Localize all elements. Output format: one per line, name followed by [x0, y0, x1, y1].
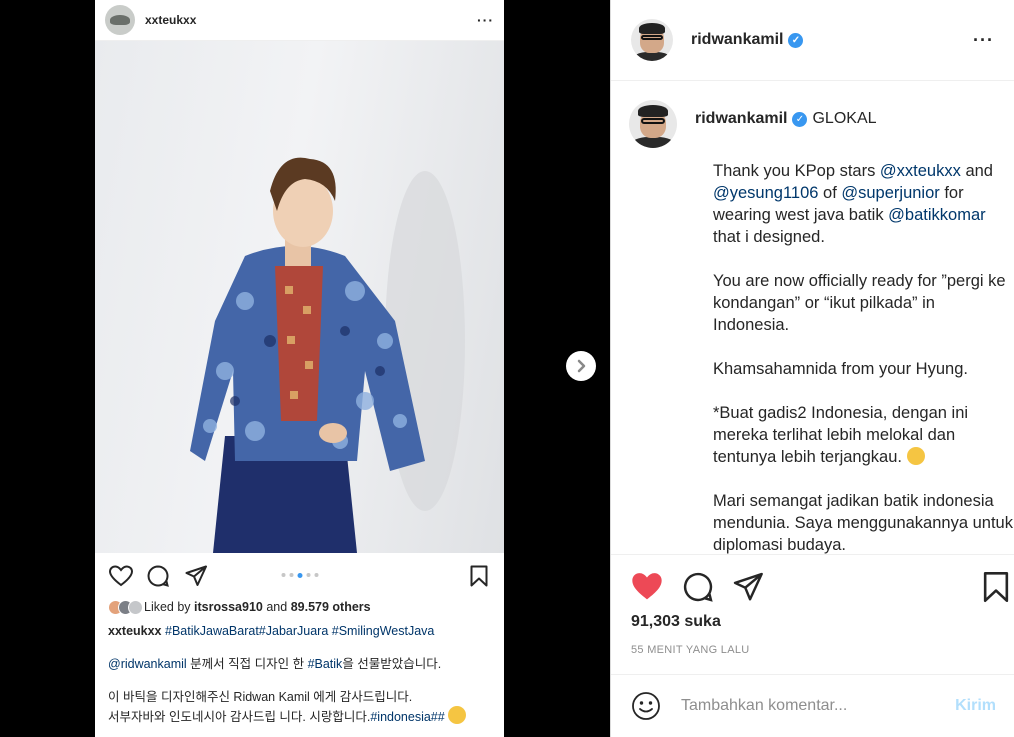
carousel-dot	[306, 573, 310, 577]
embedded-caption-line2: 이 바틱을 디자인해주신 Ridwan Kamil 에게 감사드립니다.	[108, 690, 413, 704]
embedded-header: xxteukxx ···	[95, 0, 504, 41]
verified-icon: ✓	[788, 32, 804, 48]
carousel-dot	[314, 573, 318, 577]
caption-paragraph-3: Khamsahamnida from your Hyung.	[713, 360, 968, 378]
person-illustration	[190, 157, 465, 553]
embedded-mention: @ridwankamil	[108, 657, 187, 671]
post-panel: ridwankamil ✓ ··· ridwankamil ✓ GLOKAL T…	[610, 0, 1014, 737]
liked-by-others: 89.579 others	[290, 600, 371, 614]
post-photo	[95, 41, 504, 553]
caption-paragraph-5: Mari semangat jadikan batik indonesia me…	[713, 492, 1013, 554]
mention-superjunior[interactable]: @superjunior	[841, 184, 939, 202]
liked-by-user: itsrossa910	[194, 600, 263, 614]
caption-avatar[interactable]	[629, 100, 677, 148]
like-count[interactable]: 91,303 suka	[631, 613, 721, 631]
embedded-caption-line1: @ridwankamil 분께서 직접 디자인 한 #Batik을 선물받았습니…	[108, 656, 491, 673]
smile-emoji-icon	[448, 706, 467, 724]
post-media[interactable]: xxteukxx ··· Liked by itsrossa910 and 89…	[95, 0, 504, 737]
caption-area: ridwankamil ✓ GLOKAL Thank you KPop star…	[611, 82, 1014, 554]
embedded-tag: #Batik	[307, 657, 343, 671]
embedded-avatar	[105, 5, 135, 35]
embedded-caption-tags-line: xxteukxx #BatikJawaBarat#JabarJuara #Smi…	[108, 623, 491, 640]
caption-username[interactable]: ridwankamil	[695, 110, 787, 128]
grin-emoji-icon	[906, 447, 925, 465]
embedded-caption-tags: #BatikJawaBarat#JabarJuara #SmilingWestJ…	[165, 624, 435, 638]
more-options-icon[interactable]: ···	[973, 30, 994, 51]
next-arrow-icon	[577, 359, 586, 373]
embedded-actions	[95, 553, 504, 599]
carousel-dot	[281, 573, 285, 577]
post-comment-button[interactable]: Kirim	[955, 697, 996, 715]
embedded-share-icon	[185, 565, 207, 586]
next-arrow-button[interactable]	[566, 351, 596, 381]
embedded-line1-a: 분께서 직접 디자인 한	[186, 657, 308, 671]
author-avatar[interactable]	[631, 19, 673, 61]
post-actions: 91,303 suka 55 MENIT YANG LALU	[611, 554, 1014, 674]
embedded-caption-user: xxteukxx	[108, 624, 162, 638]
embedded-comment-icon	[147, 565, 169, 587]
emoji-icon[interactable]	[631, 691, 661, 721]
embedded-username: xxteukxx	[145, 13, 197, 27]
heart-icon[interactable]	[631, 571, 663, 601]
share-icon[interactable]	[733, 572, 763, 602]
mention-xxteukxx[interactable]: @xxteukxx	[880, 162, 961, 180]
caption-paragraph-4: *Buat gadis2 Indonesia, dengan ini merek…	[713, 404, 969, 466]
caption-header: ridwankamil ✓ GLOKAL	[629, 100, 998, 148]
bookmark-icon[interactable]	[983, 571, 1009, 603]
mention-batikkomar[interactable]: @batikkomar	[888, 206, 985, 224]
post-header: ridwankamil ✓ ···	[611, 0, 1014, 81]
author-username-link[interactable]: ridwankamil ✓	[691, 31, 804, 49]
carousel-dot	[289, 573, 293, 577]
comment-icon[interactable]	[683, 572, 713, 602]
caption-paragraph-2: You are now officially ready for ”pergi …	[713, 272, 1006, 334]
liked-avatars	[108, 600, 143, 615]
liked-by-and: and	[266, 600, 288, 614]
embedded-heart-icon	[109, 565, 133, 587]
caption-body: Thank you KPop stars @xxteukxx and @yesu…	[713, 160, 1013, 554]
embedded-caption: Liked by itsrossa910 and 89.579 others x…	[95, 599, 504, 726]
carousel-dots	[281, 572, 318, 578]
embedded-line1-b: 을 선물받았습니다.	[342, 657, 442, 671]
caption-title: GLOKAL	[812, 110, 877, 127]
embedded-caption-line3: 서부자바와 인도네시아 감사드립 니다. 시랑합니다.#indonesia##	[108, 706, 491, 726]
embedded-line3-tag: #indonesia##	[370, 710, 445, 724]
author-username[interactable]: ridwankamil	[691, 31, 783, 49]
liked-by-prefix: Liked by	[144, 600, 191, 614]
post-timestamp[interactable]: 55 MENIT YANG LALU	[631, 644, 750, 656]
carousel-dot-active	[297, 572, 302, 578]
comment-form: Kirim	[611, 674, 1014, 737]
embedded-line3-text: 서부자바와 인도네시아 감사드립 니다. 시랑합니다.	[108, 710, 371, 724]
embedded-liked-by: Liked by itsrossa910 and 89.579 others	[108, 599, 491, 616]
embedded-bookmark-icon	[470, 565, 488, 587]
mention-yesung1106[interactable]: @yesung1106	[713, 184, 818, 202]
caption-paragraph-1: Thank you KPop stars @xxteukxx and @yesu…	[713, 162, 993, 246]
verified-icon: ✓	[792, 111, 808, 127]
comment-input[interactable]	[681, 697, 956, 715]
embedded-more-icon: ···	[477, 12, 494, 28]
